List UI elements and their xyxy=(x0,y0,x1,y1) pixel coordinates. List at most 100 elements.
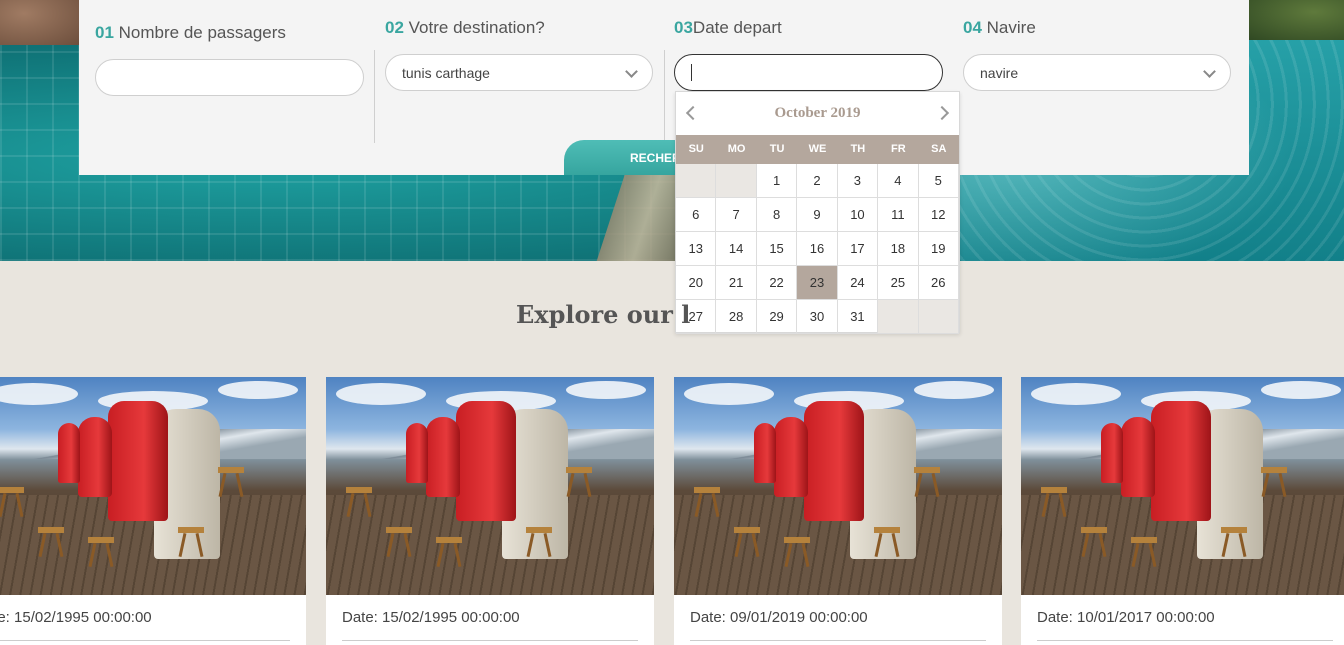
calendar-day[interactable]: 2 xyxy=(797,164,838,198)
calendar-month-title: October 2019 xyxy=(774,105,861,121)
image-stool xyxy=(1041,487,1067,517)
passengers-label: 01 Nombre de passagers xyxy=(95,23,286,42)
calendar-empty-cell xyxy=(918,300,959,334)
foliage-decoration xyxy=(1244,0,1344,40)
calendar-day[interactable]: 5 xyxy=(918,164,959,198)
weekday-label: TU xyxy=(769,143,785,155)
calendar-day[interactable]: 25 xyxy=(878,266,919,300)
weekday-label: MO xyxy=(727,143,746,155)
image-chair xyxy=(108,401,168,521)
image-cloud xyxy=(1261,381,1341,399)
image-stool xyxy=(1131,537,1157,567)
chevron-down-icon xyxy=(625,65,638,78)
calendar-day[interactable]: 24 xyxy=(837,266,879,300)
image-stool xyxy=(1221,527,1247,557)
calendar-day[interactable]: 21 xyxy=(716,266,757,300)
image-cloud xyxy=(566,381,646,399)
card-image xyxy=(1021,377,1344,595)
image-stool xyxy=(178,527,204,557)
destination-label: 02 Votre destination? xyxy=(385,18,545,37)
image-chair xyxy=(774,417,808,497)
image-stool xyxy=(386,527,412,557)
card-date: Date: 10/01/2017 00:00:00 xyxy=(1037,609,1215,626)
calendar-day[interactable]: 18 xyxy=(878,232,919,266)
destination-select[interactable]: tunis carthage xyxy=(385,54,653,91)
calendar-day[interactable]: 19 xyxy=(918,232,959,266)
weekday-label: FR xyxy=(891,143,906,155)
field-divider xyxy=(664,50,665,143)
calendar-days: 1 2 3 4 5 6 7 8 9 10 11 12 13 14 15 16 17 18 19 20 21 22 23 24 2… xyxy=(676,164,959,334)
calendar-day[interactable]: 23 xyxy=(797,266,838,300)
image-chair xyxy=(426,417,460,497)
calendar-day[interactable]: 10 xyxy=(837,198,879,232)
weekday-label: TH xyxy=(850,143,866,155)
section-title: Explore our l xyxy=(516,300,691,329)
calendar-day[interactable]: 29 xyxy=(756,300,798,334)
calendar-day[interactable]: 7 xyxy=(716,198,757,232)
calendar-header: October 2019 xyxy=(676,92,959,135)
calendar-day[interactable]: 8 xyxy=(756,198,798,232)
calendar-day[interactable]: 17 xyxy=(837,232,879,266)
calendar-day[interactable]: 4 xyxy=(878,164,919,198)
ship-select[interactable]: navire xyxy=(963,54,1231,91)
image-chair xyxy=(754,423,776,483)
image-stool xyxy=(218,467,244,497)
image-chair xyxy=(804,401,864,521)
calendar-day[interactable]: 22 xyxy=(756,266,798,300)
image-stool xyxy=(88,537,114,567)
image-cloud xyxy=(336,383,426,405)
image-stool xyxy=(346,487,372,517)
ship-label: 04 Navire xyxy=(963,18,1036,37)
calendar-day[interactable]: 31 xyxy=(837,300,879,334)
calendar-day[interactable]: 14 xyxy=(716,232,757,266)
image-stool xyxy=(38,527,64,557)
calendar-day[interactable]: 30 xyxy=(797,300,838,334)
image-chair xyxy=(406,423,428,483)
calendar-day[interactable]: 13 xyxy=(676,232,717,266)
image-stool xyxy=(1081,527,1107,557)
departure-date-input[interactable]: •••••••• xyxy=(674,54,943,101)
calendar-empty-cell xyxy=(676,164,717,198)
rock-decoration xyxy=(0,0,80,45)
calendar-day[interactable]: 9 xyxy=(797,198,838,232)
text-cursor xyxy=(691,64,692,81)
image-cloud xyxy=(0,383,78,405)
calendar-empty-cell xyxy=(878,300,919,334)
calendar-empty-cell xyxy=(716,164,757,198)
card-image xyxy=(674,377,1002,595)
card-date: Date: 15/02/1995 00:00:00 xyxy=(342,609,520,626)
passengers-field: 01 Nombre de passagers xyxy=(95,0,365,150)
card-divider xyxy=(342,640,638,641)
image-cloud xyxy=(218,381,298,399)
calendar-day[interactable]: 3 xyxy=(837,164,879,198)
calendar-day[interactable]: 11 xyxy=(878,198,919,232)
destination-card[interactable]: Date: 09/01/2019 00:00:00 xyxy=(674,377,1002,645)
destination-card[interactable]: Date: 15/02/1995 00:00:00 xyxy=(326,377,654,645)
card-date: Date: 09/01/2019 00:00:00 xyxy=(690,609,868,626)
image-chair xyxy=(58,423,80,483)
image-chair xyxy=(1151,401,1211,521)
destination-field: 02 Votre destination? tunis carthage xyxy=(385,0,655,150)
calendar-day[interactable]: 1 xyxy=(756,164,798,198)
departure-date-label: 03Date depart xyxy=(674,18,782,37)
calendar-day[interactable]: 6 xyxy=(676,198,717,232)
image-stool xyxy=(694,487,720,517)
chevron-down-icon xyxy=(1203,65,1216,78)
scrollbar[interactable] xyxy=(1338,0,1344,645)
calendar-day[interactable]: 28 xyxy=(716,300,757,334)
calendar-day[interactable]: 16 xyxy=(797,232,838,266)
card-divider xyxy=(0,640,290,641)
card-image xyxy=(0,377,306,595)
field-divider xyxy=(374,50,375,143)
passengers-input[interactable] xyxy=(95,59,364,96)
image-stool xyxy=(784,537,810,567)
calendar-day[interactable]: 15 xyxy=(756,232,798,266)
destination-card[interactable]: Date: 15/02/1995 00:00:00 xyxy=(0,377,306,645)
calendar-day[interactable]: 20 xyxy=(676,266,717,300)
card-image xyxy=(326,377,654,595)
destination-card[interactable]: Date: 10/01/2017 00:00:00 xyxy=(1021,377,1344,645)
image-chair xyxy=(1121,417,1155,497)
calendar-day[interactable]: 12 xyxy=(918,198,959,232)
image-cloud xyxy=(684,383,774,405)
calendar-day[interactable]: 26 xyxy=(918,266,959,300)
